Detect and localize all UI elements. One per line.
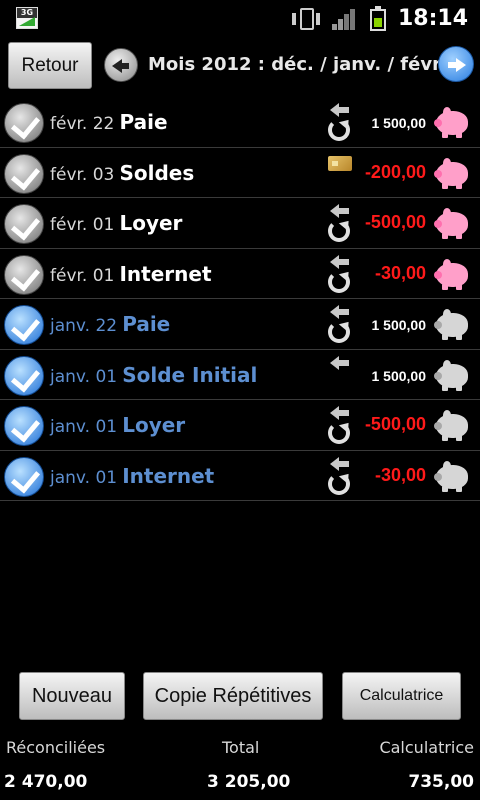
transaction-name: Loyer xyxy=(119,211,183,235)
new-transaction-button[interactable]: Nouveau xyxy=(19,672,125,720)
transaction-amount: -500,00 xyxy=(364,414,426,434)
repeat-icon xyxy=(328,472,350,495)
calculator-total-label: Calculatrice xyxy=(379,738,474,757)
transaction-date: janv. 22 xyxy=(50,316,118,336)
transaction-date: janv. 01 xyxy=(50,467,118,488)
transaction-amount: -30,00 xyxy=(374,262,426,283)
transaction-label: janv. 01 Solde Initial xyxy=(50,363,257,387)
piggy-bank-icon[interactable] xyxy=(434,358,470,392)
piggy-bank-icon[interactable] xyxy=(434,257,470,291)
transfer-arrow-icon xyxy=(330,254,350,269)
transaction-amount: -200,00 xyxy=(364,161,426,182)
copy-recurring-button[interactable]: Copie Répétitives xyxy=(143,672,323,720)
transaction-name: Internet xyxy=(119,261,212,286)
repeat-icon xyxy=(328,321,350,343)
transaction-label: janv. 01 Loyer xyxy=(50,413,185,437)
reconciled-check-icon[interactable] xyxy=(4,254,44,295)
transaction-name: Paie xyxy=(122,312,171,336)
reconciled-value: 2 470,00 xyxy=(4,772,88,792)
transaction-row[interactable]: janv. 01 Internet -30,00 xyxy=(0,451,480,501)
reconciled-label: Réconciliées xyxy=(6,738,106,757)
transaction-amount: 1 500,00 xyxy=(371,367,427,384)
transaction-date: févr. 22 xyxy=(50,114,115,134)
transaction-list: févr. 22 Paie 1 500,00 févr. 03 Soldes -200… xyxy=(0,97,480,501)
calculator-total-value: 735,00 xyxy=(408,772,474,792)
transfer-arrow-icon xyxy=(330,406,350,420)
transaction-label: févr. 01 Internet xyxy=(50,262,212,286)
reconciled-check-icon[interactable] xyxy=(4,456,44,497)
reconciled-check-icon[interactable] xyxy=(4,103,44,143)
reconciled-check-icon[interactable] xyxy=(4,153,44,194)
transaction-amount: 1 500,00 xyxy=(371,115,427,131)
transaction-row[interactable]: févr. 01 Loyer -500,00 xyxy=(0,198,480,249)
transaction-row[interactable]: févr. 01 Internet -30,00 xyxy=(0,249,480,299)
transaction-row[interactable]: févr. 03 Soldes -200,00 xyxy=(0,148,480,198)
transaction-row[interactable]: janv. 01 Solde Initial 1 500,00 xyxy=(0,350,480,400)
clock: 18:14 xyxy=(397,6,468,31)
repeat-icon xyxy=(328,119,350,141)
transfer-arrow-icon xyxy=(330,355,350,370)
transaction-date: févr. 01 xyxy=(50,265,115,286)
calculator-button[interactable]: Calculatrice xyxy=(342,672,461,720)
credit-card-icon xyxy=(328,155,352,171)
transaction-row[interactable]: févr. 22 Paie 1 500,00 xyxy=(0,97,480,148)
piggy-bank-icon[interactable] xyxy=(434,156,470,190)
transfer-arrow-icon xyxy=(330,456,350,471)
transaction-date: févr. 01 xyxy=(50,215,115,235)
piggy-bank-icon[interactable] xyxy=(434,459,470,493)
vibrate-icon xyxy=(292,8,322,30)
transaction-label: janv. 01 Internet xyxy=(50,464,214,488)
transaction-name: Solde Initial xyxy=(122,362,258,387)
transaction-name: Soldes xyxy=(119,160,195,185)
transaction-date: janv. 01 xyxy=(50,366,118,387)
next-month-icon[interactable] xyxy=(438,46,474,82)
repeat-icon xyxy=(328,270,350,293)
reconciled-check-icon[interactable] xyxy=(4,204,44,244)
transaction-row[interactable]: janv. 22 Paie 1 500,00 xyxy=(0,299,480,350)
back-button[interactable]: Retour xyxy=(8,42,92,89)
transaction-name: Loyer xyxy=(122,413,186,437)
total-label: Total xyxy=(222,738,260,757)
previous-month-icon[interactable] xyxy=(104,48,138,82)
piggy-bank-icon[interactable] xyxy=(434,206,470,240)
piggy-bank-icon[interactable] xyxy=(434,307,470,341)
transaction-amount: -30,00 xyxy=(374,464,426,485)
transaction-label: févr. 22 Paie xyxy=(50,110,168,134)
transaction-date: janv. 01 xyxy=(50,417,118,437)
status-bar: 3G 18:14 xyxy=(0,0,480,38)
battery-icon xyxy=(370,6,386,31)
transfer-arrow-icon xyxy=(330,103,350,117)
network-3g-icon: 3G xyxy=(16,7,38,29)
piggy-bank-icon[interactable] xyxy=(434,408,470,442)
transaction-label: févr. 03 Soldes xyxy=(50,161,194,185)
transaction-name: Paie xyxy=(119,110,168,134)
repeat-icon xyxy=(328,220,350,242)
transaction-amount: 1 500,00 xyxy=(371,317,427,333)
transfer-arrow-icon xyxy=(330,204,350,218)
transaction-date: févr. 03 xyxy=(50,164,115,185)
signal-icon xyxy=(332,8,356,30)
reconciled-check-icon[interactable] xyxy=(4,355,44,396)
month-title: Mois 2012 : déc. / janv. / févr. xyxy=(148,54,446,75)
repeat-icon xyxy=(328,422,350,444)
total-value: 3 205,00 xyxy=(207,772,291,792)
header: Retour Mois 2012 : déc. / janv. / févr. xyxy=(0,38,480,94)
reconciled-check-icon[interactable] xyxy=(4,305,44,345)
piggy-bank-icon[interactable] xyxy=(434,105,470,139)
transaction-label: janv. 22 Paie xyxy=(50,312,170,336)
transfer-arrow-icon xyxy=(330,305,350,319)
transaction-amount: -500,00 xyxy=(364,212,426,232)
transaction-name: Internet xyxy=(122,463,215,488)
transaction-label: févr. 01 Loyer xyxy=(50,211,182,235)
reconciled-check-icon[interactable] xyxy=(4,406,44,446)
transaction-row[interactable]: janv. 01 Loyer -500,00 xyxy=(0,400,480,451)
